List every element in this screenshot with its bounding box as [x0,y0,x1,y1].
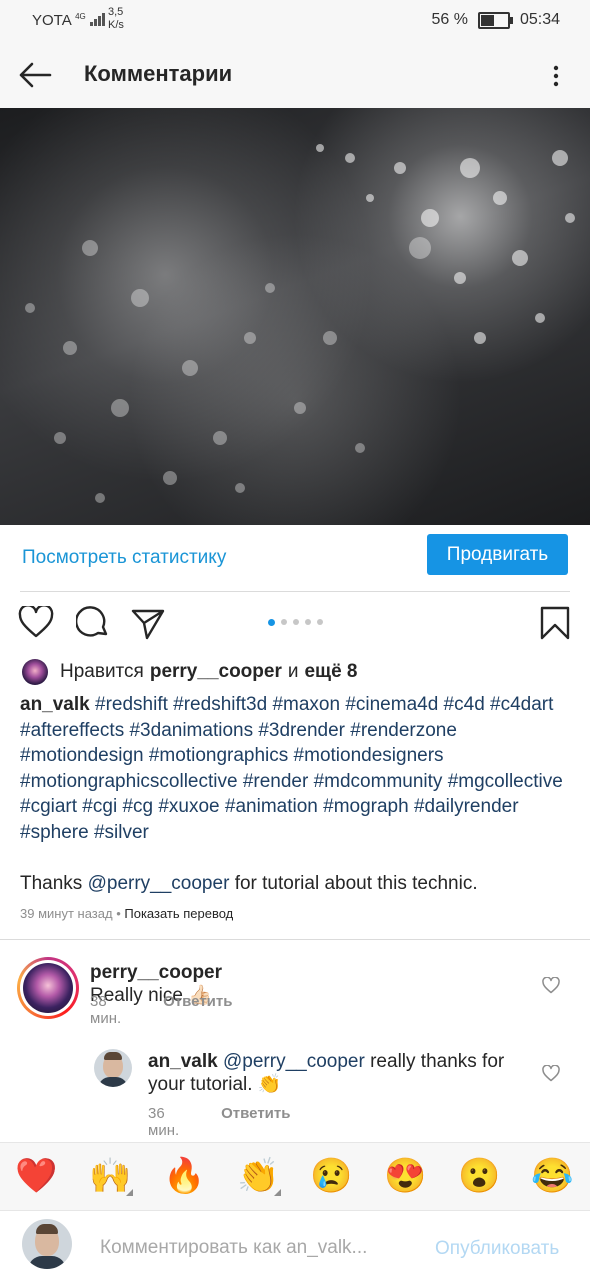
caption-thanks: Thanks @perry__cooper for tutorial about… [20,873,478,895]
status-bar: YOTA 4G 3,5 K/s 56 % 05:34 [0,0,590,42]
avatar[interactable] [17,957,79,1019]
back-button[interactable] [16,60,52,90]
view-stats-link[interactable]: Посмотреть статистику [22,534,226,569]
avatar [22,1219,72,1269]
emoji-clapping-hands[interactable]: 👏 [237,1156,281,1196]
arrow-left-icon [19,62,52,88]
comment-button[interactable] [74,606,110,645]
network-speed: 3,5 K/s [108,6,124,32]
thanks-mention[interactable]: @perry__cooper [88,873,230,894]
bookmark-icon [540,606,570,640]
likes-rest[interactable]: ещё 8 [304,661,357,683]
comment-mention[interactable]: @perry__cooper [223,1051,365,1072]
emoji-quick-bar: ❤️ 🙌 🔥 👏 😢 😍 😮 😂 [0,1142,590,1211]
carousel-dot [281,619,287,625]
battery-percent: 56 % [431,11,468,28]
carousel-indicator [268,619,323,626]
carousel-dot [293,619,299,625]
save-button[interactable] [539,606,571,645]
carrier-name: YOTA [32,12,71,29]
caption-hashtags[interactable]: #redshift #redshift3d #maxon #cinema4d #… [20,694,563,843]
status-right: 56 % 05:34 [431,11,560,29]
heart-outline-icon [542,1064,560,1082]
battery-level [480,14,494,26]
comment-time: 36 мин. [148,1105,180,1139]
reply-button[interactable]: Ответить [163,993,232,1027]
emoji-laughing[interactable]: 😂 [531,1156,573,1196]
speech-bubble-icon [74,606,108,637]
thanks-prefix: Thanks [20,873,83,894]
meta-separator: • [116,906,121,921]
signal-icon [89,12,106,30]
comment-time: 38 мин. [90,993,122,1027]
caption-username[interactable]: an_valk [20,694,90,715]
avatar[interactable] [94,1049,132,1087]
paper-plane-icon [131,609,165,640]
emoji-raised-hands-glyph: 🙌 [89,1157,132,1195]
more-options-button[interactable] [544,64,568,88]
emoji-clapping-hands-glyph: 👏 [237,1157,280,1195]
like-button[interactable] [18,604,54,643]
kebab-menu-icon [553,65,559,87]
app-bar: Комментарии [0,42,590,108]
bubbles-illustration [25,144,575,503]
speed-unit: K/s [108,19,124,31]
heart-outline-icon [542,976,560,994]
likes-row[interactable]: Нравится perry__cooper и ещё 8 [22,659,364,685]
comment-like-button[interactable] [542,1064,560,1082]
heart-outline-icon [18,604,54,638]
carousel-dot [268,619,275,626]
comment-input[interactable]: Комментировать как an_valk... [100,1237,367,1259]
skin-tone-indicator [274,1189,281,1196]
emoji-raised-hands[interactable]: 🙌 [89,1156,133,1196]
divider [0,939,590,940]
carrier-info: YOTA 4G [32,12,106,30]
publish-button[interactable]: Опубликовать [435,1238,559,1260]
thanks-suffix: for tutorial about this technic. [234,873,478,894]
comment-meta: 38 мин. Ответить [90,993,232,1027]
divider [20,591,570,592]
share-button[interactable] [131,608,165,645]
likes-prefix: Нравится [60,661,144,682]
clock: 05:34 [519,11,560,28]
comment-username[interactable]: perry__cooper [90,962,222,983]
translate-link[interactable]: Показать перевод [124,906,233,921]
comment-like-button[interactable] [542,976,560,994]
emoji-fire[interactable]: 🔥 [163,1156,205,1196]
likes-user[interactable]: perry__cooper [150,661,282,683]
avatar [22,659,48,685]
page-title: Комментарии [84,61,233,86]
post-image[interactable] [0,108,590,525]
emoji-crying[interactable]: 😢 [310,1156,352,1196]
battery-icon [477,11,513,29]
emoji-heart[interactable]: ❤️ [15,1156,57,1196]
comment-username[interactable]: an_valk [148,1051,218,1072]
network-type: 4G [75,12,86,21]
comment-text: an_valk @perry__cooper really thanks for… [148,1050,528,1096]
promote-button[interactable]: Продвигать [427,534,568,575]
speed-value: 3,5 [108,6,124,18]
comment-composer: Комментировать как an_valk... Опубликова… [0,1210,590,1281]
carousel-dot [305,619,311,625]
likes-conj: и [287,661,299,682]
emoji-heart-eyes[interactable]: 😍 [384,1156,426,1196]
skin-tone-indicator [126,1189,133,1196]
emoji-surprised[interactable]: 😮 [458,1156,500,1196]
reply-button[interactable]: Ответить [221,1105,290,1139]
post-time: 39 минут назад [20,906,113,921]
post-meta: 39 минут назад • Показать перевод [20,906,233,921]
comment-meta: 36 мин. Ответить [148,1105,290,1139]
post-caption: an_valk #redshift #redshift3d #maxon #ci… [20,692,576,846]
carousel-dot [317,619,323,625]
